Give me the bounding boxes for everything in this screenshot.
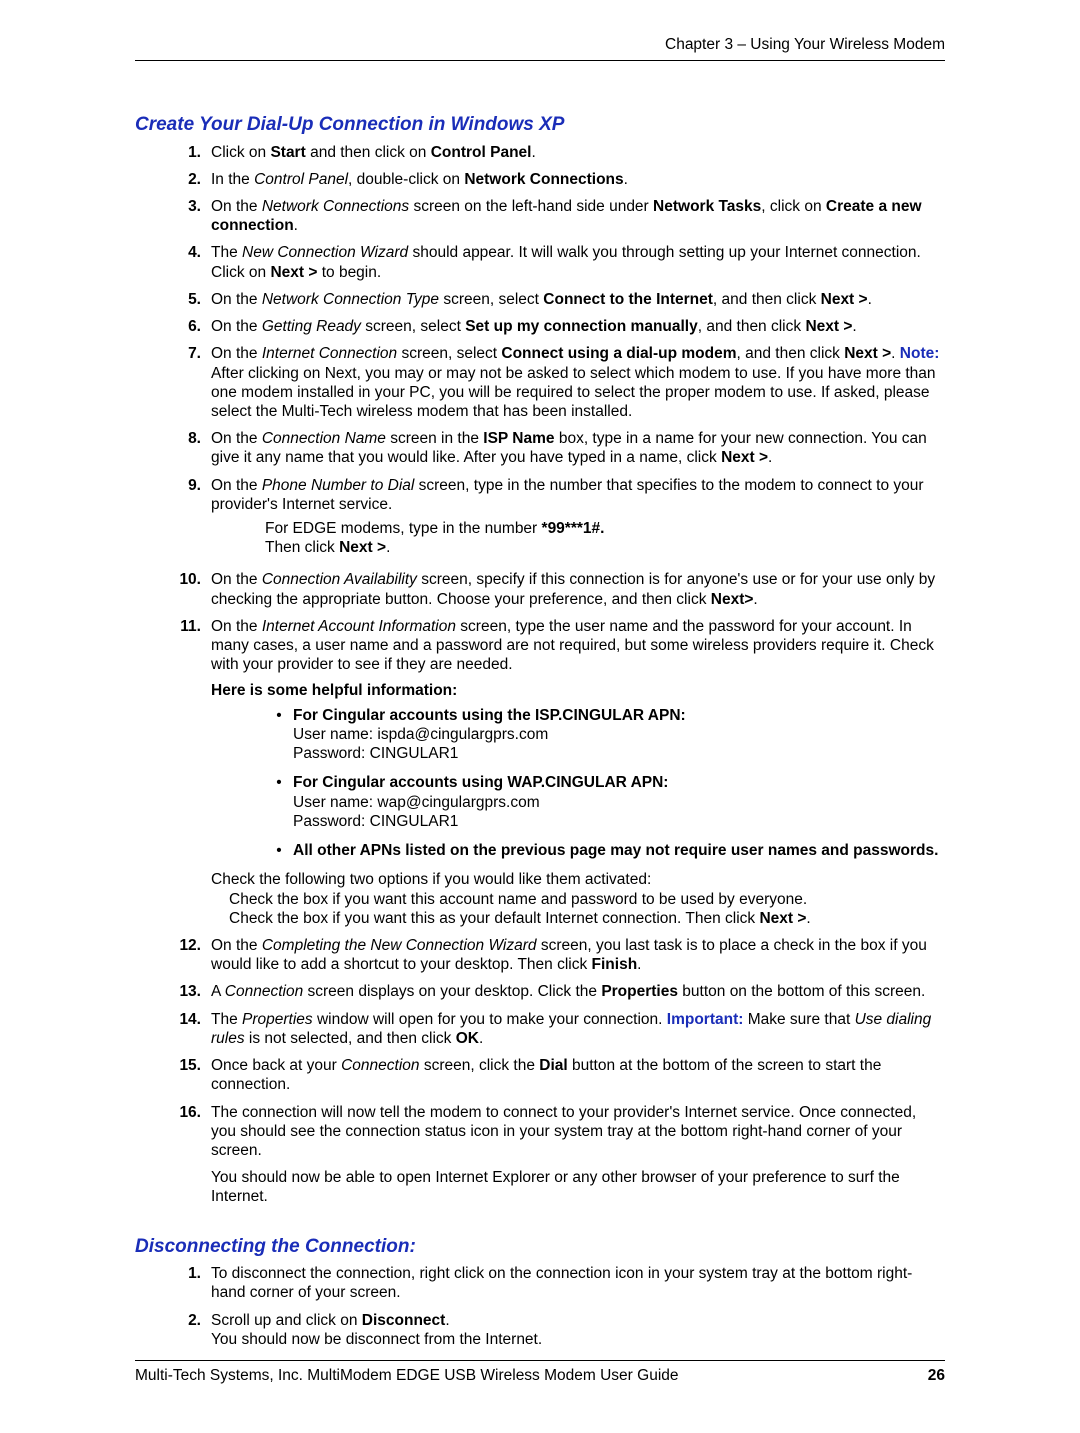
content: Create Your Dial-Up Connection in Window…	[135, 113, 945, 1349]
step-10: 10. On the Connection Availability scree…	[135, 570, 945, 608]
step-13: 13. A Connection screen displays on your…	[135, 982, 945, 1001]
footer-text: Multi-Tech Systems, Inc. MultiModem EDGE…	[135, 1367, 679, 1385]
step-15: 15. Once back at your Connection screen,…	[135, 1056, 945, 1094]
bullet-isp-cingular: • For Cingular accounts using the ISP.CI…	[265, 706, 945, 764]
step-5: 5. On the Network Connection Type screen…	[135, 290, 945, 309]
steps-list-create: 1. Click on Start and then click on Cont…	[135, 143, 945, 1207]
step-16: 16. The connection will now tell the mod…	[135, 1103, 945, 1207]
step-4: 4. The New Connection Wizard should appe…	[135, 243, 945, 281]
step-1: 1. Click on Start and then click on Cont…	[135, 143, 945, 162]
page-footer: Multi-Tech Systems, Inc. MultiModem EDGE…	[135, 1360, 945, 1385]
helpful-heading: Here is some helpful information:	[211, 681, 945, 700]
steps-list-disconnect: 1. To disconnect the connection, right c…	[135, 1264, 945, 1349]
step-11: 11. On the Internet Account Information …	[135, 617, 945, 928]
step-2: 2. In the Control Panel, double-click on…	[135, 170, 945, 189]
bullet-icon: •	[265, 706, 293, 725]
disconnect-step-2: 2. Scroll up and click on Disconnect. Yo…	[135, 1311, 945, 1349]
bullet-wap-cingular: • For Cingular accounts using WAP.CINGUL…	[265, 773, 945, 831]
step-6: 6. On the Getting Ready screen, select S…	[135, 317, 945, 336]
page-header: Chapter 3 – Using Your Wireless Modem	[135, 36, 945, 61]
page-number: 26	[928, 1367, 945, 1385]
step-9-indent: For EDGE modems, type in the number *99*…	[265, 519, 945, 557]
section-heading-create: Create Your Dial-Up Connection in Window…	[135, 113, 945, 137]
step-9: 9. On the Phone Number to Dial screen, t…	[135, 476, 945, 563]
step-8: 8. On the Connection Name screen in the …	[135, 429, 945, 467]
step-12: 12. On the Completing the New Connection…	[135, 936, 945, 974]
disconnect-step-1: 1. To disconnect the connection, right c…	[135, 1264, 945, 1302]
helpful-bullets: • For Cingular accounts using the ISP.CI…	[265, 706, 945, 861]
step-7: 7. On the Internet Connection screen, se…	[135, 344, 945, 421]
bullet-other-apn: • All other APNs listed on the previous …	[265, 841, 945, 860]
step-3: 3. On the Network Connections screen on …	[135, 197, 945, 235]
bullet-icon: •	[265, 841, 293, 860]
step-14: 14. The Properties window will open for …	[135, 1010, 945, 1048]
bullet-icon: •	[265, 773, 293, 792]
page: Chapter 3 – Using Your Wireless Modem Cr…	[0, 36, 1080, 1433]
section-heading-disconnect: Disconnecting the Connection:	[135, 1235, 945, 1259]
